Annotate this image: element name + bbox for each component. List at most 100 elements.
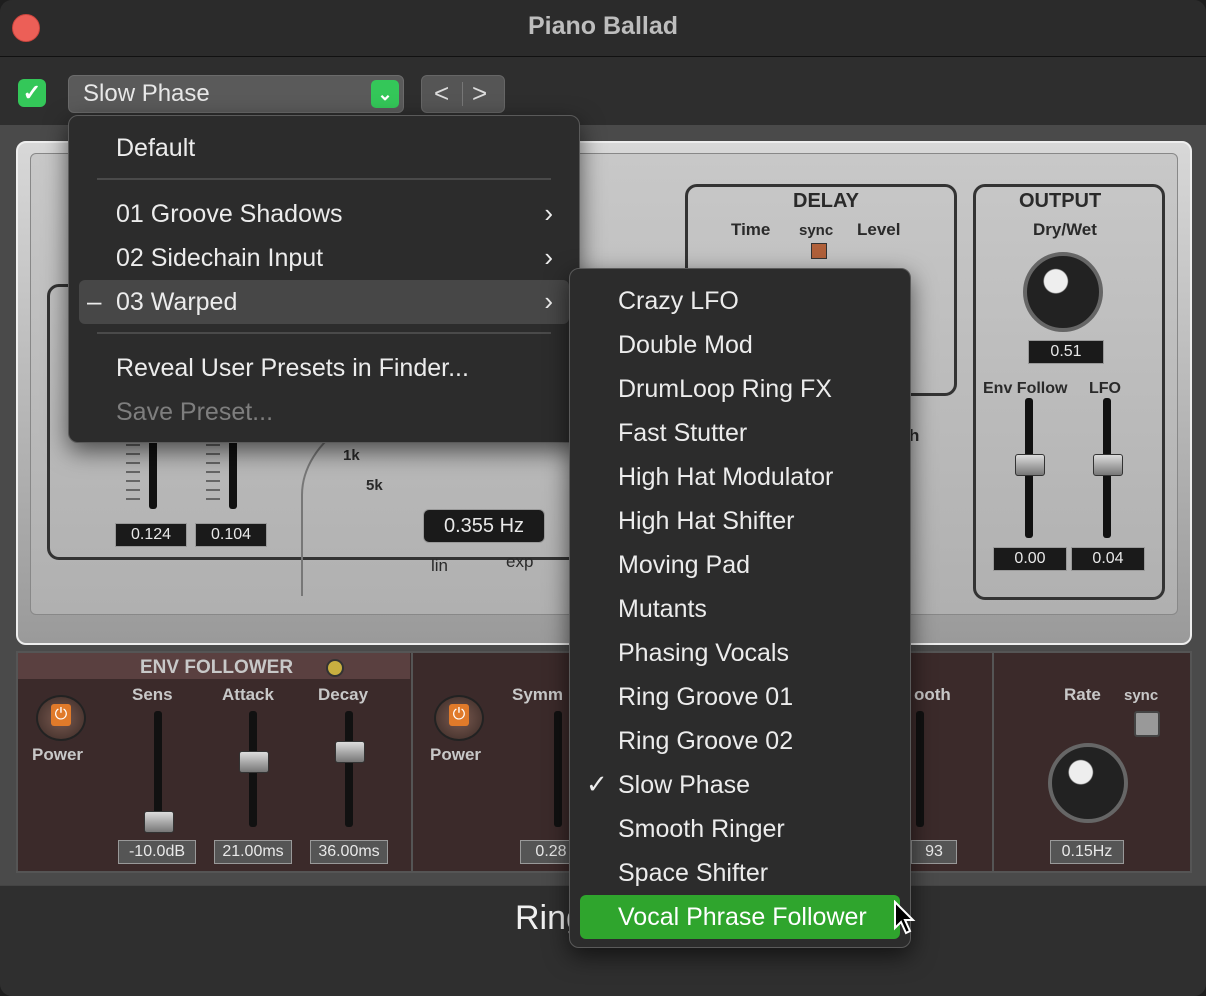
menu-item-label: 03 Warped (116, 288, 238, 316)
enable-checkbox[interactable]: ✓ (18, 79, 46, 107)
sens-fader[interactable] (154, 711, 162, 827)
env-follow-label: Env Follow (983, 380, 1068, 397)
delay-sync-label: sync (799, 222, 834, 239)
submenu-item[interactable]: DrumLoop Ring FX (570, 367, 910, 411)
smooth-value: 93 (911, 840, 957, 864)
submenu-item-highlighted[interactable]: Vocal Phrase Follower (580, 895, 900, 939)
attack-fader-cap[interactable] (239, 751, 269, 773)
menu-item-label: Vocal Phrase Follower (618, 903, 867, 931)
decay-fader-cap[interactable] (335, 741, 365, 763)
preset-nav: < > (421, 75, 505, 113)
sens-label: Sens (132, 685, 173, 704)
submenu-item[interactable]: Moving Pad (570, 543, 910, 587)
previous-preset-button[interactable]: < (434, 78, 449, 109)
section-divider (411, 653, 413, 871)
chevron-right-icon: › (544, 242, 553, 272)
next-preset-button[interactable]: > (472, 78, 487, 109)
menu-item-default[interactable]: Default (69, 126, 579, 170)
menu-item-label: High Hat Modulator (618, 463, 834, 491)
lfo-power-label: Power (430, 745, 482, 764)
exp-button[interactable]: exp (506, 552, 533, 572)
sens-fader-cap[interactable] (144, 811, 174, 833)
menu-item-label: Smooth Ringer (618, 815, 785, 843)
decay-label: Decay (318, 685, 369, 704)
mixed-state-icon: – (87, 286, 102, 316)
rate-knob[interactable] (1048, 743, 1128, 823)
freq-label-5k: 5k (366, 477, 383, 494)
menu-item-label: Ring Groove 01 (618, 683, 794, 711)
fader-scale (206, 444, 220, 504)
drywet-knob[interactable] (1023, 252, 1103, 332)
fader-left-1[interactable] (149, 439, 157, 509)
submenu-item-current[interactable]: ✓ Slow Phase (570, 763, 910, 807)
submenu-item[interactable]: Fast Stutter (570, 411, 910, 455)
submenu-item[interactable]: High Hat Modulator (570, 455, 910, 499)
menu-item-label: Save Preset... (116, 398, 274, 426)
attack-value: 21.00ms (214, 840, 292, 864)
menu-item-label: Phasing Vocals (618, 639, 789, 667)
symm-fader[interactable] (554, 711, 562, 827)
menu-item-label: Double Mod (618, 331, 753, 359)
delay-title: DELAY (793, 190, 859, 212)
menu-item-reveal-presets[interactable]: Reveal User Presets in Finder... (69, 346, 579, 390)
submenu-item[interactable]: Mutants (570, 587, 910, 631)
section-divider (992, 653, 994, 871)
fader-scale (126, 444, 140, 504)
menu-item-label: DrumLoop Ring FX (618, 375, 832, 403)
delay-sync-toggle[interactable] (811, 243, 827, 259)
menu-item-label: Slow Phase (618, 771, 751, 799)
rate-sync-toggle[interactable] (1134, 711, 1160, 737)
fader-left-2-value: 0.104 (195, 523, 267, 547)
rate-sync-label: sync (1124, 687, 1159, 704)
decay-fader[interactable] (345, 711, 353, 827)
checkmark-icon: ✓ (586, 769, 608, 799)
submenu-item[interactable]: Smooth Ringer (570, 807, 910, 851)
lfo-power-button[interactable] (434, 695, 484, 741)
smooth-fader[interactable] (916, 711, 924, 827)
menu-item-sidechain-input[interactable]: 02 Sidechain Input › (69, 236, 579, 280)
submenu-item[interactable]: Ring Groove 01 (570, 675, 910, 719)
plugin-window: Piano Ballad ✓ Slow Phase ⌄ < > 0.124 0.… (0, 0, 1206, 996)
mouse-pointer-icon (894, 900, 916, 935)
rate-value: 0.15Hz (1050, 840, 1124, 864)
title-bar: Piano Ballad (0, 0, 1206, 57)
delay-time-label: Time (731, 220, 771, 239)
submenu-item[interactable]: Double Mod (570, 323, 910, 367)
output-title: OUTPUT (1019, 190, 1102, 212)
env-power-label: Power (32, 745, 84, 764)
menu-item-groove-shadows[interactable]: 01 Groove Shadows › (69, 192, 579, 236)
menu-item-label: 01 Groove Shadows (116, 200, 343, 228)
env-follower-title: ENV FOLLOWER (140, 657, 294, 678)
lfo-label: LFO (1089, 380, 1121, 397)
preset-selector[interactable]: Slow Phase ⌄ (68, 75, 404, 113)
freq-label-1k: 1k (343, 447, 360, 464)
menu-item-label: 02 Sidechain Input (116, 244, 324, 272)
lin-button[interactable]: lin (431, 556, 448, 576)
submenu-item[interactable]: Space Shifter (570, 851, 910, 895)
menu-item-label: Default (116, 134, 196, 162)
lfo-value: 0.04 (1071, 547, 1145, 571)
decay-value: 36.00ms (310, 840, 388, 864)
env-follower-power-button[interactable] (36, 695, 86, 741)
menu-item-label: Ring Groove 02 (618, 727, 794, 755)
env-follow-value: 0.00 (993, 547, 1067, 571)
chevron-down-icon[interactable]: ⌄ (371, 80, 399, 108)
menu-item-label: Mutants (618, 595, 707, 623)
delay-level-label: Level (857, 220, 901, 239)
lfo-fader-cap[interactable] (1093, 454, 1123, 476)
env-follow-fader-cap[interactable] (1015, 454, 1045, 476)
menu-item-warped[interactable]: – 03 Warped › (79, 280, 569, 324)
submenu-item[interactable]: Phasing Vocals (570, 631, 910, 675)
sens-value: -10.0dB (118, 840, 196, 864)
menu-item-label: Fast Stutter (618, 419, 748, 447)
submenu-item[interactable]: High Hat Shifter (570, 499, 910, 543)
submenu-item[interactable]: Ring Groove 02 (570, 719, 910, 763)
menu-item-label: Reveal User Presets in Finder... (116, 354, 469, 382)
submenu-item[interactable]: Crazy LFO (570, 279, 910, 323)
preset-name: Slow Phase (83, 80, 210, 107)
smooth-label: ooth (914, 685, 951, 704)
attack-label: Attack (222, 685, 274, 704)
fader-left-2[interactable] (229, 439, 237, 509)
env-follower-led (326, 659, 344, 677)
menu-item-save-preset: Save Preset... (69, 390, 579, 434)
